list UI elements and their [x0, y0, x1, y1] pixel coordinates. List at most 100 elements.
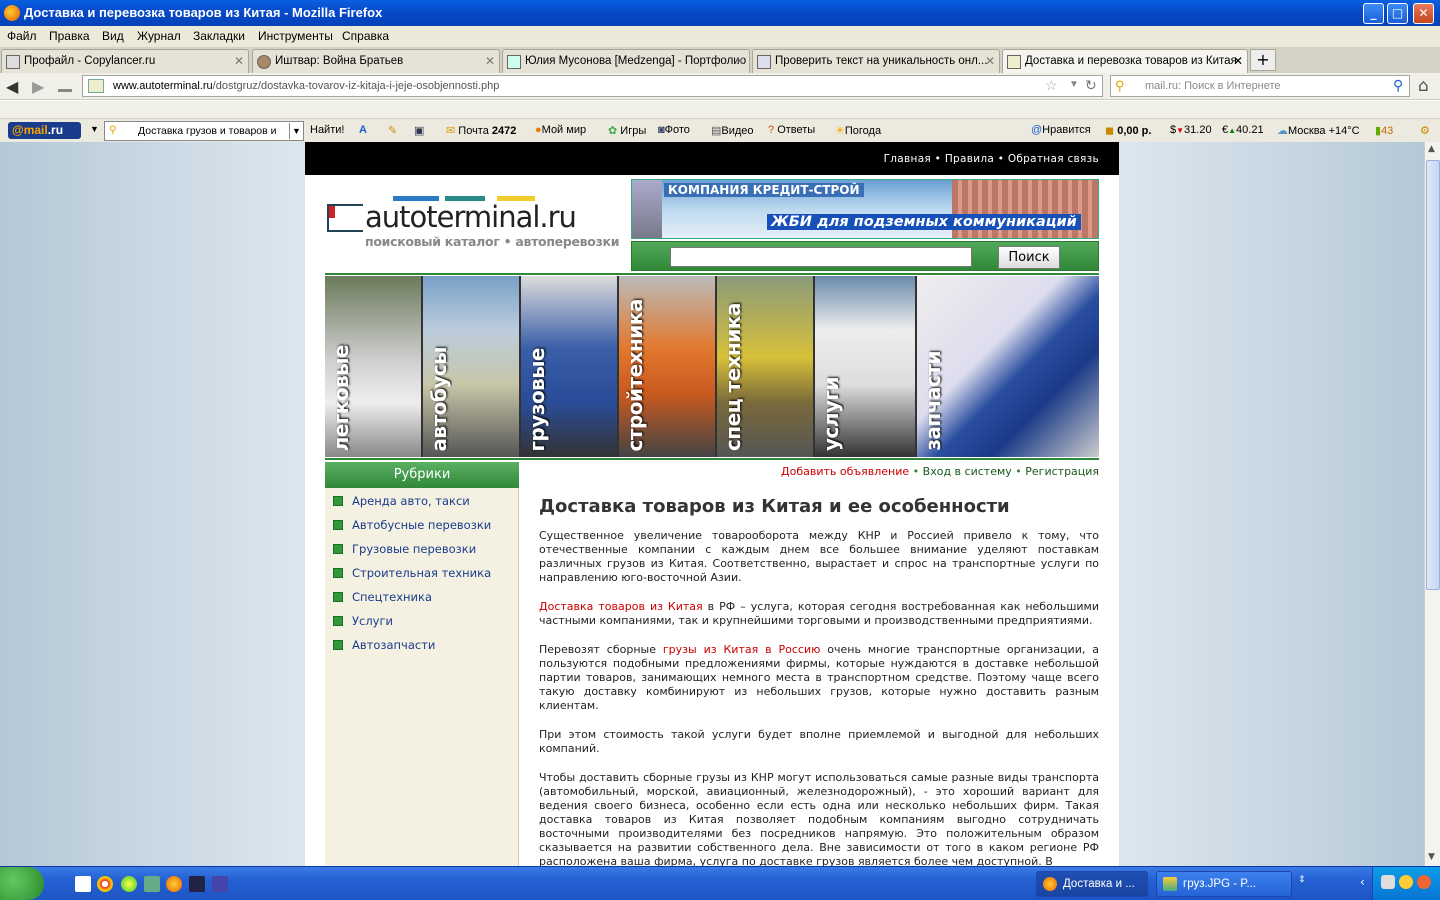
- site-search-button[interactable]: Поиск: [998, 246, 1060, 269]
- network-app-icon[interactable]: [144, 876, 160, 892]
- desktop-app-icon[interactable]: [212, 876, 228, 892]
- tab-close-icon[interactable]: ✕: [234, 54, 244, 68]
- category-buses[interactable]: автобусы: [423, 276, 519, 457]
- network-icon[interactable]: [1381, 875, 1395, 889]
- sidebar-item-rent[interactable]: Аренда авто, такси: [333, 493, 513, 511]
- eur-rate[interactable]: €▲40.21: [1222, 124, 1264, 136]
- tab-portfolio[interactable]: Юлия Мусонова [Medzenga] - Портфолио ✕: [502, 49, 750, 73]
- money-link[interactable]: ◼ 0,00 р.: [1105, 124, 1151, 137]
- traffic-link[interactable]: ▮43: [1375, 124, 1393, 137]
- task-group-icon[interactable]: ⇕: [1298, 875, 1306, 885]
- tab-autoterminal[interactable]: Доставка и перевозка товаров из Китая ✕: [1002, 49, 1248, 73]
- star-icon[interactable]: ☆: [1045, 77, 1058, 94]
- top-nav-links[interactable]: Главная • Правила • Обратная связь: [884, 153, 1099, 165]
- tray-app-icon[interactable]: [1399, 875, 1413, 889]
- tab-label: Доставка и перевозка товаров из Китая: [1025, 55, 1237, 67]
- register-link[interactable]: Регистрация: [1025, 465, 1099, 478]
- answers-link[interactable]: ? Ответы: [768, 124, 815, 136]
- menu-history[interactable]: Журнал: [137, 29, 181, 43]
- menu-help[interactable]: Справка: [342, 29, 389, 43]
- sidebar-item-construction[interactable]: Строительная техника: [333, 565, 513, 583]
- site-logo[interactable]: autoterminal.ru поисковый каталог • авто…: [325, 194, 625, 254]
- maximize-button[interactable]: □: [1387, 3, 1408, 24]
- start-button[interactable]: [0, 867, 44, 900]
- mailru-search-input[interactable]: ⚲ Доставка грузов и товаров и ▼: [104, 121, 304, 141]
- ad-banner[interactable]: КОМПАНИЯ КРЕДИТ-СТРОЙ ЖБИ для подземных …: [631, 179, 1099, 239]
- chrome-icon[interactable]: [97, 876, 113, 892]
- mail-link[interactable]: ✉ Почта 2472: [446, 124, 516, 137]
- home-icon[interactable]: ⌂: [1418, 76, 1429, 96]
- url-bar[interactable]: www.autoterminal.ru/dostgruz/dostavka-to…: [82, 75, 1103, 97]
- search-icon[interactable]: ⚲: [1393, 77, 1403, 94]
- antivirus-icon[interactable]: [1417, 875, 1431, 889]
- tab-uniqueness[interactable]: Проверить текст на уникальность онл... ✕: [752, 49, 1000, 73]
- photo-link[interactable]: ◙Фото: [658, 124, 690, 136]
- text-app-icon[interactable]: [75, 876, 91, 892]
- task-firefox[interactable]: Доставка и ...: [1036, 871, 1148, 897]
- reload-icon[interactable]: ↻: [1085, 77, 1097, 94]
- forward-icon[interactable]: ▶: [32, 77, 44, 96]
- category-services[interactable]: услуги: [815, 276, 915, 457]
- new-tab-button[interactable]: +: [1250, 49, 1276, 71]
- tab-close-icon[interactable]: ✕: [1233, 54, 1243, 68]
- settings-gear-icon[interactable]: ⚙: [1420, 124, 1430, 137]
- find-button[interactable]: Найти!: [310, 124, 344, 136]
- scroll-up-icon[interactable]: ▲: [1428, 144, 1435, 154]
- task-label: Доставка и ...: [1063, 878, 1135, 890]
- task-label: груз.JPG - P...: [1183, 878, 1257, 890]
- games-link[interactable]: ✿ Игры: [608, 124, 646, 137]
- tab-copylancer[interactable]: Профайл - Copylancer.ru ✕: [1, 49, 249, 73]
- add-ad-link[interactable]: Добавить объявление: [781, 465, 909, 478]
- dropdown-icon[interactable]: ▼: [1069, 79, 1079, 90]
- cargo-link[interactable]: грузы из Китая в Россию: [663, 643, 821, 656]
- chevron-down-icon[interactable]: ▼: [289, 123, 303, 139]
- category-parts[interactable]: запчасти: [917, 276, 1099, 457]
- fx-app-icon[interactable]: [189, 876, 205, 892]
- page-icon[interactable]: ▣: [414, 124, 424, 137]
- sidebar-item-special[interactable]: Спецтехника: [333, 589, 513, 607]
- font-icon[interactable]: A: [359, 124, 367, 136]
- category-trucks[interactable]: грузовые: [521, 276, 617, 457]
- back-icon[interactable]: ◀: [6, 77, 18, 96]
- sidebar-item-services[interactable]: Услуги: [333, 613, 513, 631]
- chevron-left-icon[interactable]: ‹: [1360, 875, 1365, 889]
- menu-file[interactable]: Файл: [7, 29, 37, 43]
- usd-rate[interactable]: $▼31.20: [1170, 124, 1212, 136]
- menu-edit[interactable]: Правка: [49, 29, 90, 43]
- login-link[interactable]: Вход в систему: [923, 465, 1012, 478]
- vertical-scrollbar[interactable]: ▲ ▼: [1424, 142, 1440, 866]
- minimize-button[interactable]: _: [1363, 3, 1384, 24]
- tab-close-icon[interactable]: ✕: [485, 54, 495, 68]
- mailru-logo[interactable]: @mail.ru: [8, 122, 81, 139]
- menu-tools[interactable]: Инструменты: [258, 29, 333, 43]
- myworld-link[interactable]: ●Мой мир: [535, 124, 586, 136]
- video-link[interactable]: ▤Видео: [711, 124, 754, 137]
- weather-link[interactable]: ☀Погода: [835, 124, 881, 137]
- tab-ishtvar[interactable]: Иштвар: Война Братьев ✕: [252, 49, 500, 73]
- site-search-input[interactable]: [670, 247, 972, 267]
- menu-bookmarks[interactable]: Закладки: [193, 29, 245, 43]
- sidebar-item-cargo[interactable]: Грузовые перевозки: [333, 541, 513, 559]
- category-construction[interactable]: стройтехника: [619, 276, 715, 457]
- search-box[interactable]: ⚲ mail.ru: Поиск в Интернете ⚲: [1110, 75, 1410, 97]
- scroll-down-icon[interactable]: ▼: [1428, 852, 1435, 862]
- delivery-link[interactable]: Доставка товаров из Китая: [539, 600, 703, 613]
- mailru-menu-icon[interactable]: ▼: [90, 124, 99, 134]
- search-engine-icon[interactable]: ⚲: [1115, 78, 1125, 94]
- category-special[interactable]: спец техника: [717, 276, 813, 457]
- pen-icon[interactable]: ✎: [388, 124, 397, 137]
- window-title-bar[interactable]: Доставка и перевозка товаров из Китая - …: [0, 0, 1440, 26]
- sidebar-item-bus[interactable]: Автобусные перевозки: [333, 517, 513, 535]
- category-cars[interactable]: легковые: [325, 276, 421, 457]
- tab-close-icon[interactable]: ✕: [985, 54, 995, 68]
- weather-city[interactable]: ☁Москва +14°C: [1277, 124, 1360, 137]
- scroll-thumb[interactable]: [1426, 160, 1440, 590]
- icq-icon[interactable]: [121, 876, 137, 892]
- like-link[interactable]: @Нравится: [1031, 124, 1091, 136]
- close-button[interactable]: ✕: [1413, 3, 1434, 24]
- menu-view[interactable]: Вид: [102, 29, 124, 43]
- tab-close-icon[interactable]: ✕: [735, 54, 745, 68]
- task-paint[interactable]: груз.JPG - P...: [1156, 871, 1292, 897]
- sidebar-item-parts[interactable]: Автозапчасти: [333, 637, 513, 655]
- firefox-icon[interactable]: [166, 876, 182, 892]
